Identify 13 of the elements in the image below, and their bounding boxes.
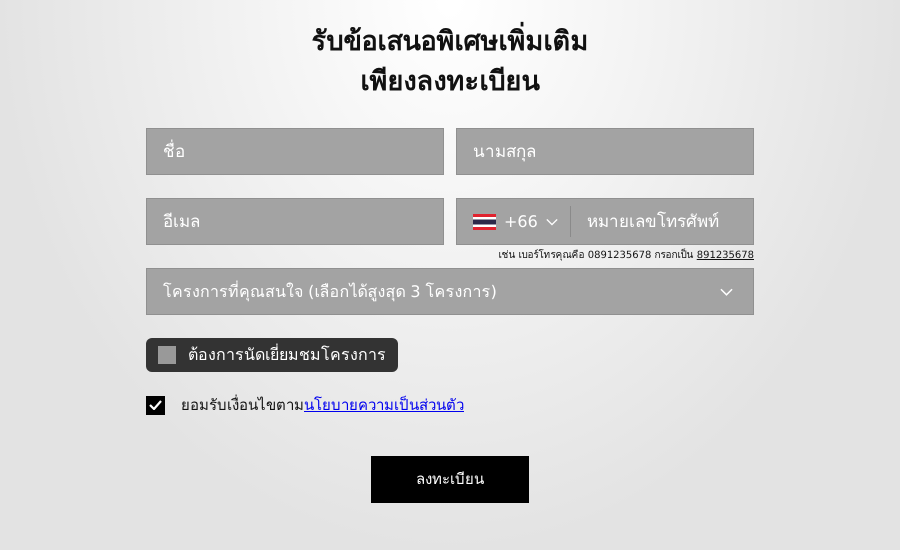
last-name-field[interactable]: นามสกุล bbox=[456, 128, 754, 175]
form-title: รับข้อเสนอพิเศษเพิ่มเติม เพียงลงทะเบียน bbox=[312, 22, 588, 102]
privacy-policy-link[interactable]: นโยบายความเป็นส่วนตัว bbox=[304, 396, 464, 414]
first-name-field[interactable]: ชื่อ bbox=[146, 128, 444, 175]
email-field[interactable]: อีเมล bbox=[146, 198, 444, 245]
visit-toggle-button[interactable]: ต้องการนัดเยี่ยมชมโครงการ bbox=[146, 338, 398, 372]
consent-text: ยอมรับเงื่อนไขตามนโยบายความเป็นส่วนตัว bbox=[181, 394, 464, 416]
phone-hint: เช่น เบอร์โทรคุณคือ 0891235678 กรอกเป็น 891235678 bbox=[498, 250, 754, 262]
chevron-down-icon bbox=[720, 288, 733, 296]
checkmark-icon bbox=[149, 400, 162, 410]
consent-checkbox[interactable] bbox=[146, 396, 165, 415]
register-button[interactable]: ลงทะเบียน bbox=[371, 456, 529, 502]
checkbox[interactable] bbox=[158, 346, 176, 364]
